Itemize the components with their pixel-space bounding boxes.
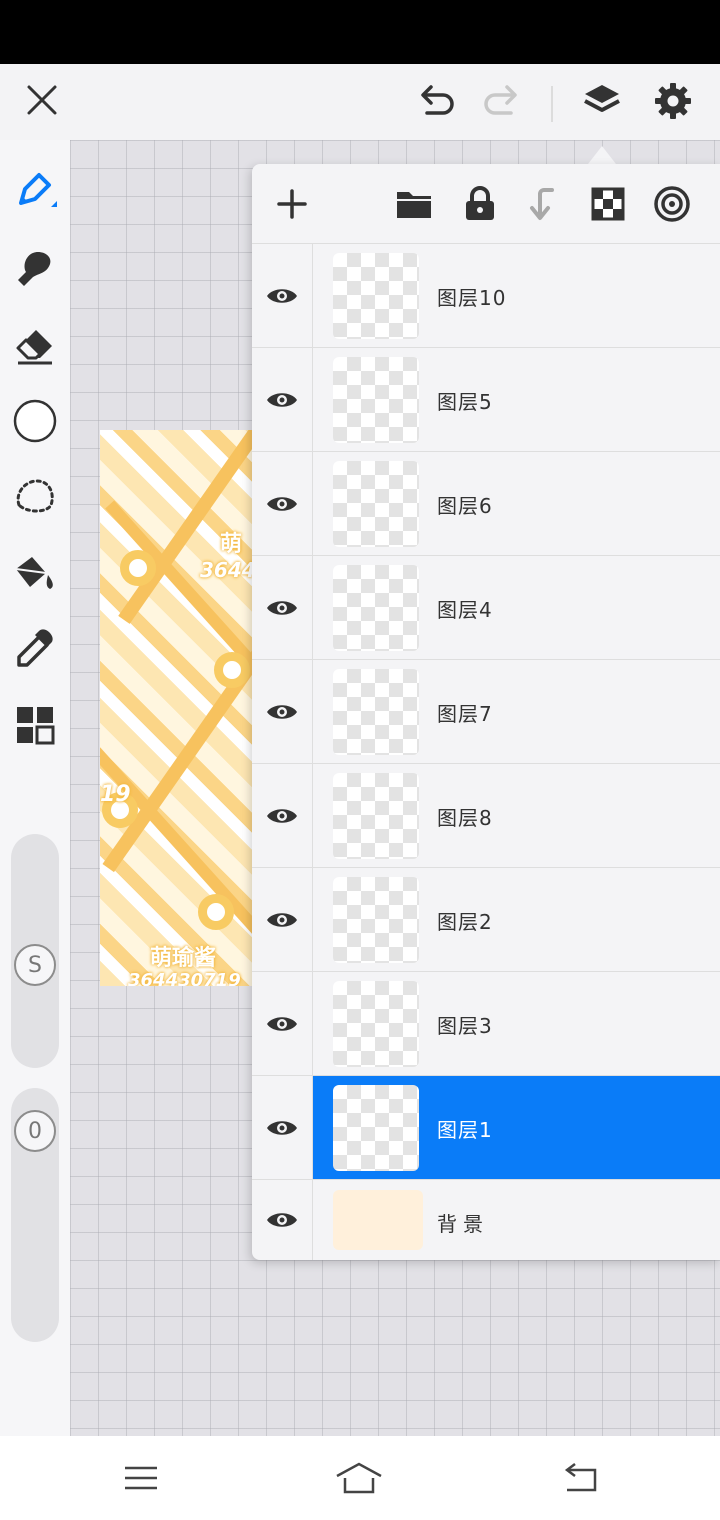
eraser-icon[interactable] (10, 322, 60, 372)
visibility-eye-icon[interactable] (260, 1106, 304, 1150)
undo-icon[interactable] (414, 78, 460, 124)
color-circle-icon[interactable] (10, 396, 60, 446)
opacity-slider-knob[interactable]: 0 (14, 1110, 56, 1152)
lasso-select-icon[interactable] (10, 472, 60, 522)
visibility-eye-icon[interactable] (260, 482, 304, 526)
status-bar (0, 0, 720, 64)
background-layer-row[interactable]: 背景 (252, 1180, 720, 1260)
artwork-text-top-digits: 3644 (200, 558, 256, 582)
visibility-eye-icon[interactable] (260, 1002, 304, 1046)
layer-thumbnail (333, 253, 419, 339)
home-icon[interactable] (334, 1456, 384, 1500)
layer-thumbnail (333, 981, 419, 1067)
layer-row-body[interactable]: 图层4 (313, 556, 720, 659)
artwork-text-bottom-digits: 364430719 (128, 970, 241, 986)
layer-name: 图层3 (437, 1014, 493, 1038)
artwork-text-bottom: 萌瑜酱 (150, 946, 217, 971)
layer-row[interactable]: 图层1 (252, 1076, 720, 1180)
layer-row-body[interactable]: 图层2 (313, 868, 720, 971)
visibility-eye-icon[interactable] (260, 586, 304, 630)
visibility-eye-icon[interactable] (260, 794, 304, 838)
menu-icon[interactable] (116, 1456, 166, 1500)
layer-row-body[interactable]: 图层1 (313, 1076, 720, 1179)
layer-thumbnail (333, 773, 419, 859)
layer-name: 图层2 (437, 910, 493, 934)
back-icon[interactable] (554, 1456, 604, 1500)
layer-name: 图层10 (437, 286, 507, 310)
layers-panel: 图层10 图层5 图层6 图层4 图层7 图层8 图层2 图层3 图层1 背景 (252, 164, 720, 1260)
folder-icon[interactable] (392, 182, 436, 226)
lock-icon[interactable] (458, 182, 502, 226)
layer-thumbnail (333, 1085, 419, 1171)
merge-down-icon[interactable] (522, 182, 566, 226)
layer-row-body[interactable]: 图层5 (313, 348, 720, 451)
layer-row[interactable]: 图层3 (252, 972, 720, 1076)
layer-name: 图层1 (437, 1118, 493, 1142)
layer-name: 背景 (437, 1212, 489, 1236)
pen-icon[interactable] (10, 166, 60, 216)
layer-name: 图层6 (437, 494, 493, 518)
target-icon[interactable] (650, 182, 694, 226)
layer-row-body[interactable]: 图层3 (313, 972, 720, 1075)
layer-thumbnail (333, 877, 419, 963)
layer-row[interactable]: 图层6 (252, 452, 720, 556)
layer-name: 图层7 (437, 702, 493, 726)
left-toolbar: S 0 (0, 140, 70, 1436)
layer-row[interactable]: 图层7 (252, 660, 720, 764)
layer-name: 图层4 (437, 598, 493, 622)
fill-bucket-icon[interactable] (10, 548, 60, 598)
layer-row-body[interactable]: 图层6 (313, 452, 720, 555)
canvas-artwork[interactable]: 萌 3644 19 萌瑜酱 364430719 (100, 430, 260, 986)
layer-thumbnail (333, 461, 419, 547)
toolbar-divider (551, 86, 553, 122)
layer-row[interactable]: 图层2 (252, 868, 720, 972)
system-nav-bar (0, 1436, 720, 1520)
visibility-eye-icon[interactable] (260, 690, 304, 734)
background-color-swatch (333, 1190, 423, 1250)
gear-icon[interactable] (650, 78, 696, 124)
layer-name: 图层8 (437, 806, 493, 830)
layers-icon[interactable] (578, 76, 626, 124)
layer-row-body[interactable]: 图层7 (313, 660, 720, 763)
visibility-eye-icon[interactable] (260, 1198, 304, 1242)
layer-thumbnail (333, 357, 419, 443)
close-icon[interactable] (20, 78, 64, 122)
add-layer-icon[interactable] (270, 182, 314, 226)
size-slider-knob[interactable]: S (14, 944, 56, 986)
artwork-text-side: 19 (100, 782, 131, 807)
layers-panel-toolbar (252, 164, 720, 244)
layer-thumbnail (333, 565, 419, 651)
layers-panel-pointer (588, 146, 616, 164)
visibility-eye-icon[interactable] (260, 274, 304, 318)
layer-row[interactable]: 图层5 (252, 348, 720, 452)
layer-row[interactable]: 图层10 (252, 244, 720, 348)
layer-row-body[interactable]: 背景 (313, 1180, 720, 1260)
layer-row[interactable]: 图层8 (252, 764, 720, 868)
layer-name: 图层5 (437, 390, 493, 414)
redo-icon[interactable] (478, 78, 524, 124)
eyedropper-icon[interactable] (10, 624, 60, 674)
visibility-eye-icon[interactable] (260, 378, 304, 422)
visibility-eye-icon[interactable] (260, 898, 304, 942)
smudge-brush-icon[interactable] (10, 244, 60, 294)
top-toolbar (0, 64, 720, 140)
transparency-checker-icon[interactable] (586, 182, 630, 226)
layer-row-body[interactable]: 图层10 (313, 244, 720, 347)
artwork-text-top: 萌 (220, 532, 243, 557)
layer-thumbnail (333, 669, 419, 755)
grid-tiles-icon[interactable] (10, 700, 60, 750)
layer-row[interactable]: 图层4 (252, 556, 720, 660)
layer-row-body[interactable]: 图层8 (313, 764, 720, 867)
